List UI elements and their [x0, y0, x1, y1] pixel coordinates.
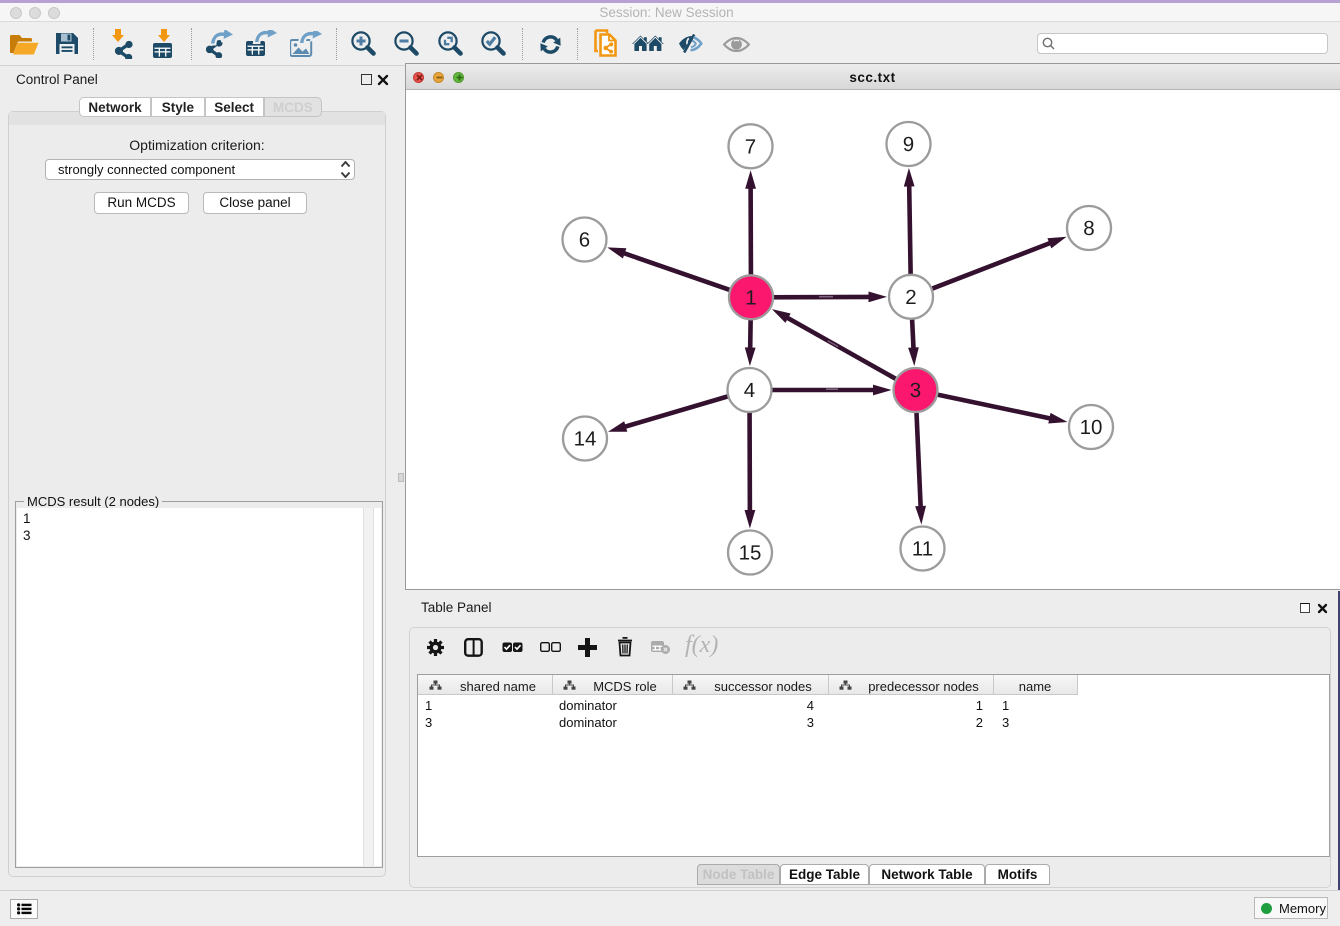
svg-text:15: 15: [738, 542, 761, 565]
svg-text:6: 6: [578, 229, 589, 252]
svg-text:4: 4: [743, 379, 754, 402]
svg-text:11: 11: [911, 538, 932, 561]
svg-text:10: 10: [1079, 416, 1102, 439]
svg-text:7: 7: [744, 135, 755, 158]
svg-text:14: 14: [573, 428, 596, 451]
svg-text:9: 9: [902, 133, 913, 156]
svg-text:2: 2: [905, 286, 916, 309]
svg-text:1: 1: [745, 286, 756, 309]
svg-text:3: 3: [909, 379, 920, 402]
svg-text:8: 8: [1083, 217, 1094, 240]
